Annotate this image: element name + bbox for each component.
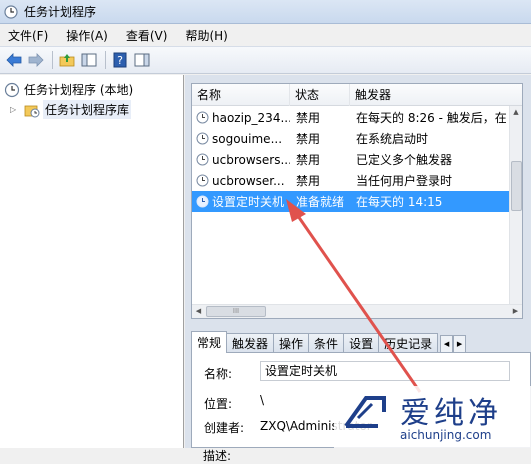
task-trigger: 当任何用户登录时	[356, 174, 453, 188]
column-header-trigger[interactable]: 触发器	[350, 84, 522, 106]
scroll-thumb[interactable]	[511, 161, 522, 211]
watermark-chinese-text: 爱纯净	[400, 396, 502, 431]
task-clock-icon	[196, 132, 209, 145]
tab-actions[interactable]: 操作	[273, 333, 310, 353]
task-trigger: 已定义多个触发器	[356, 153, 453, 167]
pane-splitter[interactable]	[185, 321, 531, 327]
title-bar: 任务计划程序	[0, 0, 531, 24]
pane-icon	[81, 53, 97, 67]
table-row-selected[interactable]: 设置定时关机 准备就绪 在每天的 14:15	[192, 191, 510, 212]
forward-arrow-icon	[28, 53, 44, 67]
up-level-button[interactable]	[57, 50, 77, 70]
table-row[interactable]: ucbrowser... 禁用 当任何用户登录时	[192, 170, 510, 191]
hscroll-thumb[interactable]: III	[206, 306, 266, 317]
tab-conditions[interactable]: 条件	[308, 333, 345, 353]
table-row[interactable]: ucbrowsers... 禁用 已定义多个触发器	[192, 149, 510, 170]
task-state: 禁用	[296, 132, 321, 146]
task-clock-icon	[196, 153, 209, 166]
watermark: 爱纯净 aichunjing.com	[334, 386, 531, 448]
watermark-url: aichunjing.com	[400, 428, 492, 442]
column-header-name[interactable]: 名称	[192, 83, 290, 106]
forward-button[interactable]	[26, 50, 46, 70]
menu-help[interactable]: 帮助(H)	[183, 25, 229, 46]
help-icon: ?	[113, 52, 127, 68]
scroll-right-icon[interactable]: ▶	[509, 305, 522, 318]
navigation-tree: 任务计划程序 (本地) ▷ 任务计划程序库	[0, 75, 184, 448]
task-state: 禁用	[296, 111, 321, 125]
tree-child-label: 任务计划程序库	[43, 100, 132, 119]
folder-up-icon	[59, 54, 75, 67]
show-hide-tree-button[interactable]	[79, 50, 99, 70]
tab-scroll-left-icon[interactable]: ◀	[440, 335, 454, 353]
table-row[interactable]: sogouime... 禁用 在系统启动时	[192, 128, 510, 149]
task-trigger: 在每天的 14:15	[356, 195, 443, 209]
tab-triggers[interactable]: 触发器	[226, 333, 275, 353]
toolbar: ?	[0, 46, 531, 74]
tab-general[interactable]: 常规	[191, 331, 228, 353]
menu-view[interactable]: 查看(V)	[124, 25, 170, 46]
folder-clock-icon	[24, 105, 40, 117]
task-name-field[interactable]: 设置定时关机	[260, 361, 510, 381]
task-rows: haozip_234... 禁用 在每天的 8:26 - 触发后，在 sogou…	[192, 107, 510, 212]
detail-tabs: 常规 触发器 操作 条件 设置 历史记录 ◀ ▶	[191, 331, 531, 353]
task-name: haozip_234...	[212, 110, 290, 125]
expand-triangle-icon[interactable]: ▷	[10, 105, 20, 114]
tree-root-label: 任务计划程序 (本地)	[24, 83, 134, 97]
list-header: 名称 状态 触发器	[192, 83, 522, 106]
clock-icon	[4, 82, 20, 97]
list-horizontal-scrollbar[interactable]: ◀ III ▶	[192, 304, 522, 318]
menu-action[interactable]: 操作(A)	[64, 25, 110, 46]
column-header-state[interactable]: 状态	[290, 83, 350, 106]
task-trigger: 在系统启动时	[356, 132, 429, 146]
toolbar-separator	[52, 51, 53, 69]
task-state: 禁用	[296, 153, 321, 167]
task-clock-icon	[196, 195, 209, 208]
location-label: 位置:	[204, 397, 233, 411]
svg-text:?: ?	[117, 54, 123, 67]
name-label: 名称:	[204, 367, 233, 381]
action-pane-icon	[134, 53, 150, 67]
tab-settings[interactable]: 设置	[343, 333, 380, 353]
tree-root-item[interactable]: 任务计划程序 (本地)	[4, 81, 133, 98]
location-value: \	[260, 393, 265, 407]
clock-icon	[4, 4, 18, 19]
watermark-logo-icon	[344, 396, 386, 428]
tab-history[interactable]: 历史记录	[378, 333, 439, 353]
task-list: 名称 状态 触发器 haozip_234... 禁用 在每天的 8:26 - 触…	[191, 83, 523, 319]
tree-item-task-library[interactable]: ▷ 任务计划程序库	[10, 100, 132, 119]
task-state: 准备就绪	[296, 195, 345, 209]
task-name: sogouime...	[212, 131, 283, 146]
toolbar-separator	[105, 51, 106, 69]
show-hide-action-pane-button[interactable]	[132, 50, 152, 70]
task-name: 设置定时关机	[212, 195, 285, 209]
task-trigger: 在每天的 8:26 - 触发后，在	[356, 111, 507, 125]
back-arrow-icon	[6, 53, 22, 67]
window-title: 任务计划程序	[24, 5, 97, 19]
list-vertical-scrollbar[interactable]: ▲	[509, 106, 522, 304]
task-name: ucbrowser...	[212, 173, 285, 188]
tab-scroll-right-icon[interactable]: ▶	[453, 335, 467, 353]
description-label: 描述:	[203, 449, 232, 463]
task-name: ucbrowsers...	[212, 152, 290, 167]
author-label: 创建者:	[204, 421, 245, 435]
menu-file[interactable]: 文件(F)	[6, 25, 50, 46]
task-clock-icon	[196, 111, 209, 124]
task-clock-icon	[196, 174, 209, 187]
scroll-up-icon[interactable]: ▲	[510, 106, 522, 119]
task-state: 禁用	[296, 174, 321, 188]
scroll-left-icon[interactable]: ◀	[192, 305, 205, 318]
menu-bar: 文件(F) 操作(A) 查看(V) 帮助(H)	[0, 24, 531, 46]
help-button[interactable]: ?	[110, 50, 130, 70]
table-row[interactable]: haozip_234... 禁用 在每天的 8:26 - 触发后，在	[192, 107, 510, 128]
back-button[interactable]	[4, 50, 24, 70]
